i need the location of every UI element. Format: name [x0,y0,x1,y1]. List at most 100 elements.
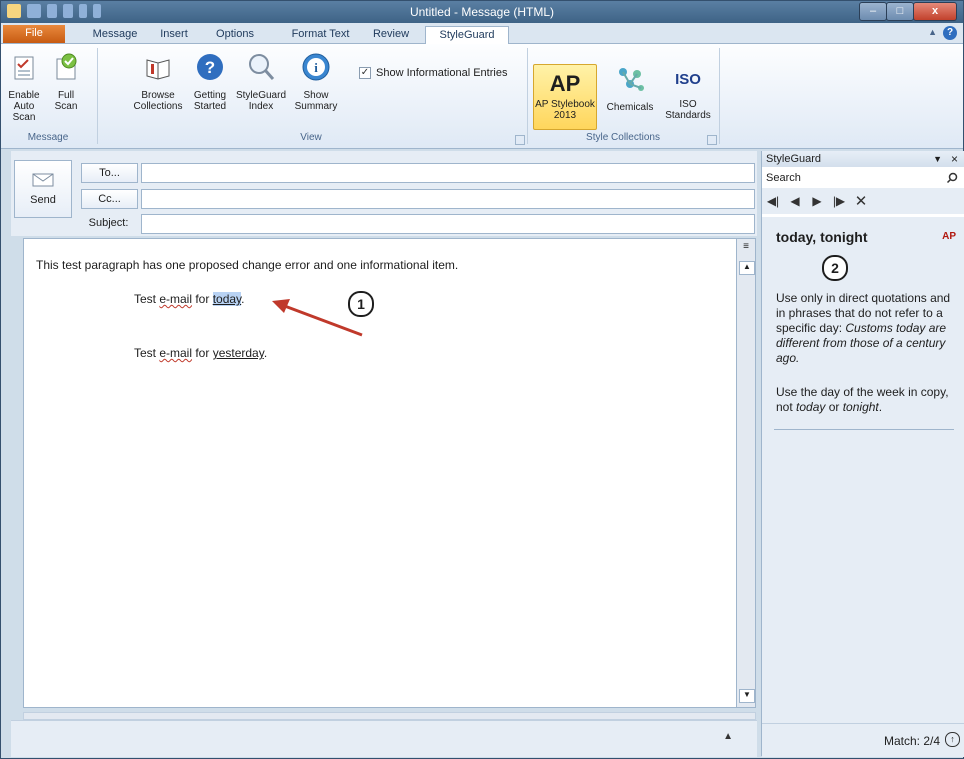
cc-field[interactable] [141,189,755,209]
ruler-icon[interactable]: ≡ [739,241,753,253]
match-count: Match: 2/4 [883,734,940,748]
view-dialog-launcher[interactable] [515,135,525,145]
text-mid: for [192,346,213,360]
group-separator [97,48,98,144]
search-icon[interactable] [946,172,958,184]
getting-started-label-2: Started [193,101,227,112]
annotation-marker-2: 2 [822,255,848,281]
text-prefix: Test [134,346,160,360]
show-summary-button[interactable]: i Show Summary [291,52,341,112]
scroll-up-icon[interactable]: ▲ [739,261,755,275]
pane-header: StyleGuard ▼ × [762,151,964,167]
send-label: Send [30,194,56,206]
ap-logo: AP [549,71,581,96]
entry-end: . [878,400,883,414]
entry-text-1: Use only in direct quotations and in phr… [776,291,958,366]
group-separator [719,48,720,144]
to-button[interactable]: To... [81,163,138,183]
cc-button[interactable]: Cc... [81,189,138,209]
search-label: Search [766,172,801,184]
close-button[interactable]: x [913,2,957,21]
help-icon[interactable]: ? [943,26,957,40]
scroll-down-icon[interactable]: ▼ [739,689,755,703]
styleguard-index-button[interactable]: StyleGuard Index [233,52,289,112]
flagged-word-today[interactable]: today [212,292,242,306]
subject-label: Subject: [88,217,129,229]
browse-collections-button[interactable]: Browse Collections [129,52,187,112]
maximize-button[interactable]: □ [886,2,914,21]
browse-collections-label-1: Browse [141,90,175,101]
last-entry-icon[interactable]: |▶ [828,194,850,208]
subject-field[interactable] [141,214,755,234]
flagged-word-yesterday[interactable]: yesterday [213,346,264,360]
auto-scan-icon [14,56,34,80]
send-button[interactable]: Send [14,160,72,218]
pane-close-icon[interactable]: × [951,151,958,167]
styleguard-pane: StyleGuard ▼ × Search ◀| ◀ ▶ |▶ ✕ today,… [761,151,964,757]
iso-logo: ISO [675,71,701,88]
tab-insert[interactable]: Insert [149,26,199,43]
iso-standards-label-1: ISO [679,99,697,110]
body-line-yesterday: Test e-mail for yesterday. [134,346,267,360]
minimize-button[interactable]: – [859,2,887,21]
iso-standards-button[interactable]: ISO ISO Standards [663,64,713,121]
dismiss-icon[interactable]: ✕ [850,192,872,210]
style-collections-group-label: Style Collections [586,132,660,143]
book-icon [146,59,170,80]
tab-options[interactable]: Options [205,26,265,43]
ribbon: Enable Auto Scan Full Scan Message Brows… [1,44,963,149]
tab-styleguard[interactable]: StyleGuard [425,26,509,44]
molecule-icon [619,68,644,91]
style-collections-dialog-launcher[interactable] [707,135,717,145]
styleguard-index-label-2: Index [248,101,274,112]
misspelled-word[interactable]: e-mail [159,292,192,306]
vertical-scrollbar[interactable]: ≡ ▲ ▼ [736,238,756,708]
full-scan-button[interactable]: Full Scan [47,52,85,112]
status-bar: ▲ [11,720,757,757]
enable-auto-scan-label-2: Auto Scan [12,101,36,123]
message-body[interactable]: This test paragraph has one proposed cha… [23,238,737,708]
misspelled-word[interactable]: e-mail [159,346,192,360]
pane-search[interactable]: Search [762,169,964,187]
text-suffix: . [263,346,268,360]
show-informational-entries-checkbox[interactable]: ✓ Show Informational Entries [359,67,507,79]
tab-file[interactable]: File [3,25,65,43]
show-summary-label-1: Show [303,90,329,101]
pane-menu-icon[interactable]: ▼ [933,151,942,167]
body-line-today: Test e-mail for today. [134,292,245,306]
collapse-ribbon-icon[interactable]: ▲ [928,27,937,37]
ap-stylebook-button[interactable]: AP AP Stylebook 2013 [533,64,597,130]
text-prefix: Test [134,292,160,306]
svg-text:?: ? [205,58,215,77]
pane-navigation: ◀| ◀ ▶ |▶ ✕ [762,188,964,214]
tab-review[interactable]: Review [367,26,415,43]
getting-started-button[interactable]: ? Getting Started [189,52,231,112]
entry-word-today: today [796,400,826,414]
ap-stylebook-label-1: AP Stylebook [535,99,595,110]
group-separator [527,48,528,144]
enable-auto-scan-button[interactable]: Enable Auto Scan [3,52,45,123]
previous-entry-icon[interactable]: ◀ [784,194,806,208]
next-entry-icon[interactable]: ▶ [806,194,828,208]
title-bar: Untitled - Message (HTML) – □ x [1,1,963,23]
entry-title: today, tonight [776,229,868,245]
horizontal-scrollbar[interactable] [23,712,756,720]
text-mid: for [192,292,213,306]
entry-divider [774,429,954,430]
tab-message[interactable]: Message [85,26,145,43]
to-field[interactable] [141,163,755,183]
message-group-label: Message [27,132,69,143]
getting-started-label-1: Getting [193,90,227,101]
checkbox-box[interactable]: ✓ [359,67,371,79]
body-paragraph-1: This test paragraph has one proposed cha… [36,258,459,272]
ap-stylebook-label-2: 2013 [553,110,577,121]
scroll-top-icon[interactable]: ↑ [945,732,960,747]
expand-people-pane-icon[interactable]: ▲ [723,731,733,742]
first-entry-icon[interactable]: ◀| [762,194,784,208]
full-scan-label-2: Scan [54,101,78,112]
outlook-message-window: Untitled - Message (HTML) – □ x File Mes… [0,0,964,759]
iso-standards-label-2: Standards [665,110,711,121]
chemicals-button[interactable]: Chemicals [601,64,659,113]
text-suffix: . [241,292,245,306]
tab-format-text[interactable]: Format Text [283,26,358,43]
